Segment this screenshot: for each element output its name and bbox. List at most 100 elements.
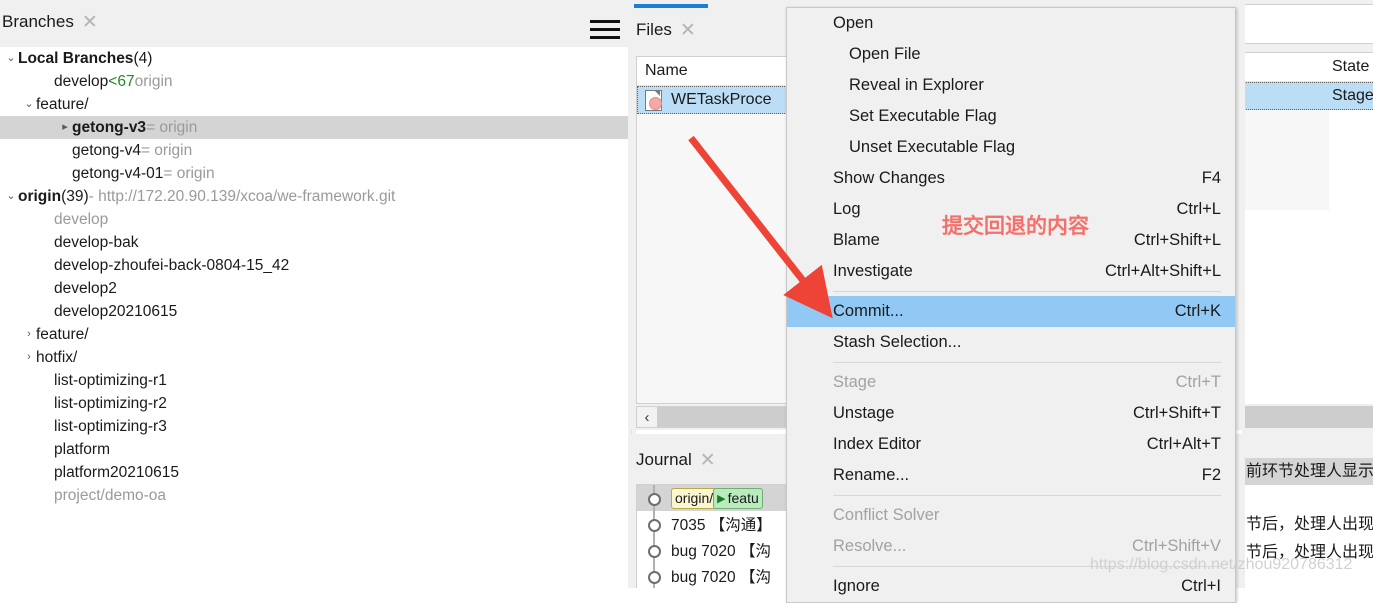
branch-tree-item[interactable]: ⌄ origin (39) - http://172.20.90.139/xcoa… xyxy=(0,185,628,208)
menu-item-commit[interactable]: Commit... Ctrl+K xyxy=(787,296,1235,327)
branches-tree[interactable]: ⌄ Local Branches (4) develop <67 origin ⌄ f… xyxy=(0,47,628,588)
branch-name: getong-v3 xyxy=(72,119,147,136)
branch-tree-item[interactable]: ▸ getong-v3 = origin xyxy=(0,116,628,139)
tab-journal-label: Journal xyxy=(636,450,692,469)
menu-item-shortcut: Ctrl+Alt+Shift+L xyxy=(1104,262,1221,280)
chevron-down-icon[interactable]: ⌄ xyxy=(4,185,18,208)
menu-item-shortcut: F4 xyxy=(1201,169,1221,187)
branch-tree-item[interactable]: getong-v4 = origin xyxy=(0,139,628,162)
menu-item-label: Index Editor xyxy=(833,435,922,453)
branch-tree-item[interactable]: develop-bak xyxy=(0,231,628,254)
menu-item-open-file[interactable]: Open File xyxy=(787,39,1235,70)
scroll-left-icon[interactable]: ‹ xyxy=(637,407,657,427)
branch-tree-item[interactable]: list-optimizing-r2 xyxy=(0,392,628,415)
branch-tree-item[interactable]: develop xyxy=(0,208,628,231)
branch-tree-item[interactable]: develop-zhoufei-back-0804-15_42 xyxy=(0,254,628,277)
commit-graph-node-icon xyxy=(637,537,671,563)
branch-tree-item[interactable]: › hotfix/ xyxy=(0,346,628,369)
menu-item-label: Resolve... xyxy=(833,537,907,555)
branch-tree-item[interactable]: develop20210615 xyxy=(0,300,628,323)
hamburger-menu-icon[interactable] xyxy=(590,20,620,42)
branch-name: Local Branches xyxy=(18,50,134,67)
branch-name: develop20210615 xyxy=(54,303,178,320)
right-panel-text-line[interactable]: 节后，处理人出现 xyxy=(1244,511,1373,539)
close-icon[interactable]: ✕ xyxy=(680,21,696,40)
branch-tree-item[interactable]: develop <67 origin xyxy=(0,70,628,93)
menu-item-open[interactable]: Open xyxy=(787,8,1235,39)
menu-item-stage: Stage Ctrl+T xyxy=(787,367,1235,398)
branch-name: develop xyxy=(54,211,109,228)
menu-item-unstage[interactable]: Unstage Ctrl+Shift+T xyxy=(787,398,1235,429)
branch-tree-item[interactable]: ⌄ feature/ xyxy=(0,93,628,116)
branch-tree-item[interactable]: › feature/ xyxy=(0,323,628,346)
right-column-header-row: State xyxy=(1244,53,1373,82)
branch-tree-item[interactable]: platform xyxy=(0,438,628,461)
row-state-value: Staged xyxy=(1332,87,1373,104)
menu-item-shortcut: Ctrl+Alt+T xyxy=(1146,435,1221,453)
context-menu[interactable]: Open Open File Reveal in Explorer Set Execu… xyxy=(786,7,1236,603)
watermark: https://blog.csdn.net/zhou920786312 xyxy=(1090,556,1353,573)
branch-tracking: = origin xyxy=(163,165,215,182)
chevron-right-icon[interactable]: › xyxy=(22,323,36,346)
menu-item-set-executable-flag[interactable]: Set Executable Flag xyxy=(787,101,1235,132)
branch-name: develop-bak xyxy=(54,234,139,251)
branch-tree-item[interactable]: getong-v4-01 = origin xyxy=(0,162,628,185)
branch-tree-item[interactable]: list-optimizing-r3 xyxy=(0,415,628,438)
right-panel-top-box xyxy=(1244,4,1373,44)
commit-graph-node-icon xyxy=(637,485,671,511)
current-branch-ref-tag[interactable]: ▶ featu xyxy=(713,487,763,509)
menu-item-rename[interactable]: Rename... F2 xyxy=(787,460,1235,491)
branch-name: project/demo-oa xyxy=(54,487,167,504)
menu-item-label: Set Executable Flag xyxy=(849,107,997,125)
tab-files-label: Files xyxy=(636,20,672,39)
branch-tree-item[interactable]: develop2 xyxy=(0,277,628,300)
tab-journal[interactable]: Journal ✕ xyxy=(636,450,716,470)
right-panel-table[interactable]: State Staged xyxy=(1244,52,1373,404)
branch-tree-item[interactable]: ⌄ Local Branches (4) xyxy=(0,47,628,70)
close-icon[interactable]: ✕ xyxy=(700,451,716,470)
menu-item-label: Commit... xyxy=(833,302,904,320)
menu-item-index-editor[interactable]: Index Editor Ctrl+Alt+T xyxy=(787,429,1235,460)
chevron-right-icon[interactable]: ▸ xyxy=(58,116,72,139)
tab-branches[interactable]: Branches ✕ xyxy=(0,12,98,32)
vertical-splitter-right[interactable] xyxy=(1242,0,1245,588)
branch-tree-item[interactable]: project/demo-oa xyxy=(0,484,628,507)
column-header-name[interactable]: Name xyxy=(637,62,688,80)
chevron-down-icon[interactable]: ⌄ xyxy=(22,93,36,116)
branch-name: getong-v4 xyxy=(72,142,141,159)
menu-item-show-changes[interactable]: Show Changes F4 xyxy=(787,163,1235,194)
menu-item-reveal-in-explorer[interactable]: Reveal in Explorer xyxy=(787,70,1235,101)
right-panel-text-line[interactable]: 前环节处理人显示 xyxy=(1244,458,1373,485)
branch-tree-item[interactable]: platform20210615 xyxy=(0,461,628,484)
commit-graph-node-icon xyxy=(637,511,671,537)
text-gap xyxy=(1244,485,1373,511)
branch-name: develop xyxy=(54,73,109,90)
menu-item-label: Log xyxy=(833,200,861,218)
column-header-state[interactable]: State xyxy=(1244,58,1369,76)
menu-item-ignore[interactable]: Ignore Ctrl+I xyxy=(787,571,1235,602)
branch-name: platform xyxy=(54,441,110,458)
menu-item-shortcut: F2 xyxy=(1201,466,1221,484)
branch-ref-tag[interactable]: origin/ xyxy=(671,487,718,509)
menu-item-shortcut: Ctrl+Shift+L xyxy=(1133,231,1221,249)
branch-tree-item[interactable]: list-optimizing-r1 xyxy=(0,369,628,392)
current-branch-ref-label: featu xyxy=(727,490,759,506)
menu-item-unset-executable-flag[interactable]: Unset Executable Flag xyxy=(787,132,1235,163)
chevron-right-icon[interactable]: › xyxy=(22,346,36,369)
tab-files[interactable]: Files ✕ xyxy=(636,20,696,40)
menu-item-stash-selection[interactable]: Stash Selection... xyxy=(787,327,1235,358)
menu-item-label: Unstage xyxy=(833,404,895,422)
chevron-down-icon[interactable]: ⌄ xyxy=(4,47,18,70)
menu-item-investigate[interactable]: Investigate Ctrl+Alt+Shift+L xyxy=(787,256,1235,287)
close-icon[interactable]: ✕ xyxy=(82,13,98,32)
right-panel-scrollbar[interactable] xyxy=(1244,406,1373,428)
table-row[interactable]: Staged xyxy=(1244,82,1373,110)
